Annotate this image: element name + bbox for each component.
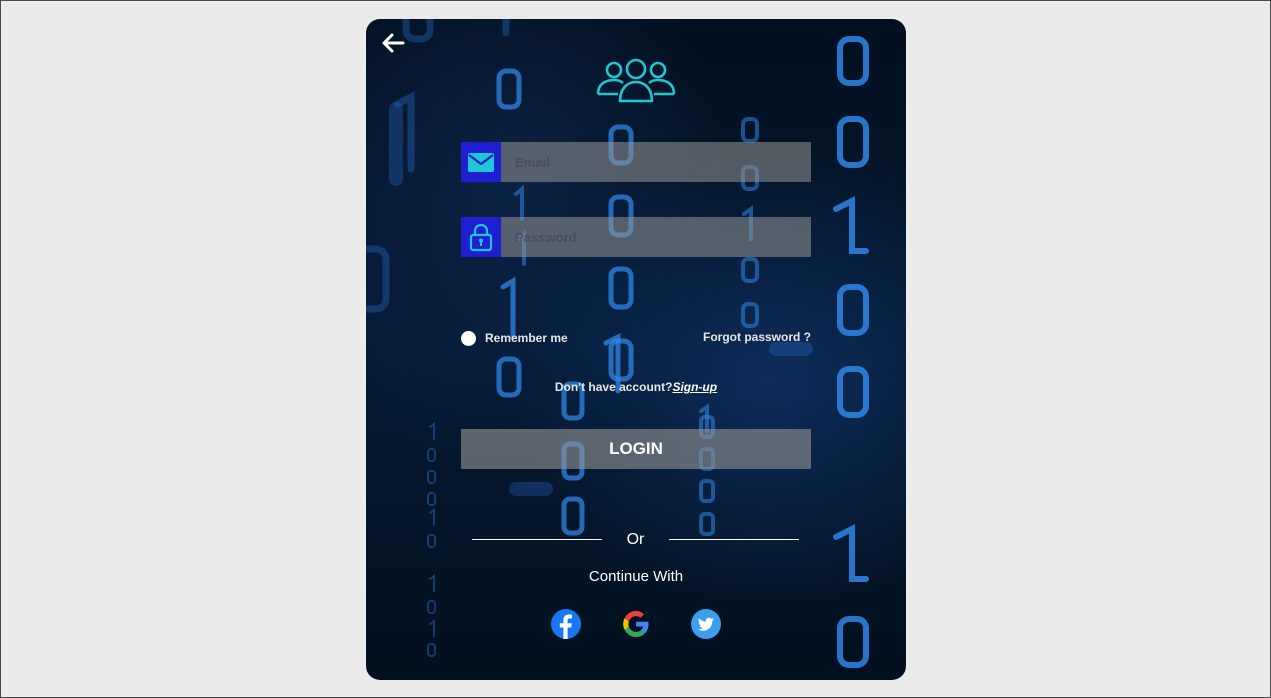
back-arrow-icon[interactable] xyxy=(380,31,406,55)
password-icon-box xyxy=(461,217,501,257)
password-input[interactable] xyxy=(501,217,811,257)
page-frame: Remember me Forgot password ? Don't have… xyxy=(0,0,1271,698)
facebook-icon[interactable] xyxy=(551,609,581,639)
email-input[interactable] xyxy=(501,142,811,182)
login-button[interactable]: LOGIN xyxy=(461,429,811,469)
remember-me-radio[interactable] xyxy=(461,330,476,346)
signup-prompt-text: Don't have account? xyxy=(554,380,673,394)
envelope-icon xyxy=(468,153,494,172)
signup-prompt: Don't have account?Sign-up xyxy=(366,380,906,394)
forgot-password-link[interactable]: Forgot password ? xyxy=(703,330,811,344)
continue-with-label: Continue With xyxy=(588,568,684,585)
remember-me-toggle[interactable]: Remember me xyxy=(461,330,568,346)
email-icon-box xyxy=(461,142,501,182)
login-card: Remember me Forgot password ? Don't have… xyxy=(366,19,906,680)
or-divider: Or xyxy=(472,531,799,551)
or-line-right xyxy=(669,539,799,540)
google-icon[interactable] xyxy=(621,609,651,639)
password-field-group xyxy=(461,217,811,257)
twitter-icon[interactable] xyxy=(691,609,721,639)
users-group-icon xyxy=(596,58,676,103)
or-label: Or xyxy=(626,531,645,548)
remember-me-label: Remember me xyxy=(485,331,568,345)
signup-link[interactable]: Sign-up xyxy=(672,380,717,394)
email-field-group xyxy=(461,142,811,182)
lock-icon xyxy=(469,223,493,252)
